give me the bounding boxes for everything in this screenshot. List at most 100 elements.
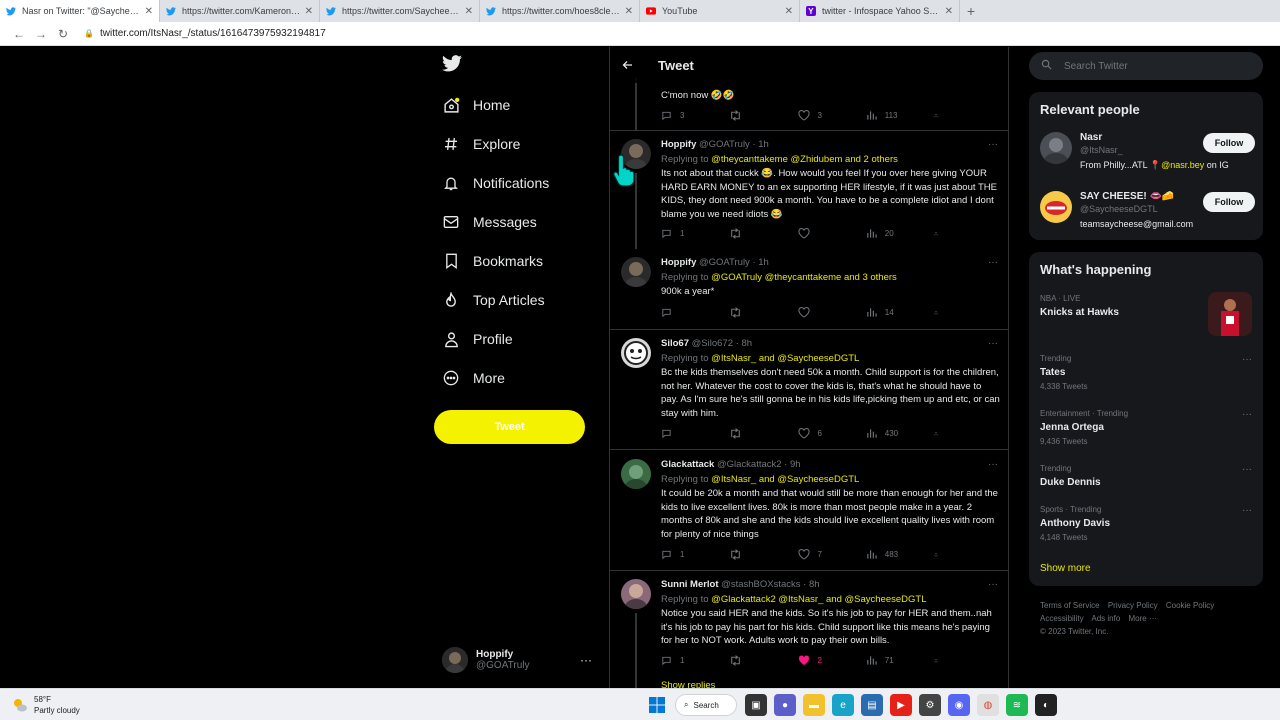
close-icon[interactable]: ✕ <box>945 6 953 17</box>
nav-top-articles[interactable]: Top Articles <box>442 289 545 311</box>
retweet-button[interactable] <box>729 110 779 121</box>
avatar[interactable] <box>621 579 651 609</box>
weather-widget[interactable]: 58°F Partly cloudy <box>12 694 80 716</box>
tweet-time[interactable]: 8h <box>741 338 752 349</box>
footer-link[interactable]: More ··· <box>1129 614 1157 623</box>
avatar[interactable] <box>1040 191 1072 223</box>
reply-button[interactable]: 1 <box>661 228 711 239</box>
like-button[interactable] <box>797 228 848 239</box>
footer-link[interactable]: Terms of Service <box>1040 601 1100 610</box>
teams-chat-icon[interactable]: ● <box>774 694 796 716</box>
file-explorer-icon[interactable]: ▬ <box>803 694 825 716</box>
views-button[interactable]: 430 <box>866 428 916 439</box>
share-button[interactable] <box>934 655 946 666</box>
replying-to-handles[interactable]: @Glackattack2 @ItsNasr_ and @SaycheeseDG… <box>711 594 926 605</box>
trend-item[interactable]: Trending Duke Dennis ··· <box>1040 464 1252 488</box>
tweet[interactable]: C'mon now 🤣🤣 3 3 113 <box>610 77 1008 131</box>
tweet-time[interactable]: 1h <box>758 257 769 268</box>
trend-item[interactable]: Sports · Trending Anthony Davis 4,148 Tw… <box>1040 505 1252 542</box>
url-field[interactable]: 🔒 twitter.com/ItsNasr_/status/1616473975… <box>84 28 326 39</box>
avatar[interactable] <box>621 338 651 368</box>
task-view-icon[interactable]: ▣ <box>745 694 767 716</box>
author-name[interactable]: Hoppify <box>661 257 696 268</box>
tweet-button[interactable]: Tweet <box>434 410 585 444</box>
show-more-link[interactable]: Show more <box>1040 563 1091 574</box>
like-button[interactable]: 7 <box>797 549 848 560</box>
person-nasr[interactable]: Nasr @ItsNasr_ From Philly...ATL 📍@nasr.… <box>1040 132 1255 172</box>
reply-button[interactable]: 1 <box>661 549 711 560</box>
twitter-logo-icon[interactable] <box>442 55 462 75</box>
share-button[interactable] <box>934 110 946 121</box>
show-replies-link[interactable]: Show replies <box>661 680 715 688</box>
tweet[interactable]: ··· Hoppify @GOATruly · 1h Replying to @… <box>610 249 1008 330</box>
reply-button[interactable] <box>661 307 711 318</box>
store-icon[interactable]: ▤ <box>861 694 883 716</box>
replying-to-handles[interactable]: @ItsNasr_ and @SaycheeseDGTL <box>711 474 859 485</box>
author-name[interactable]: Glackattack <box>661 459 714 470</box>
tab-yahoo[interactable]: Y twitter - Infospace Yahoo Search ✕ <box>800 0 960 22</box>
nav-more[interactable]: More <box>442 367 505 389</box>
nav-home[interactable]: Home <box>442 94 510 116</box>
share-button[interactable] <box>934 428 946 439</box>
chrome-icon[interactable]: ◍ <box>977 694 999 716</box>
close-icon[interactable]: ✕ <box>465 6 473 17</box>
like-button[interactable]: 2 <box>798 655 848 666</box>
search-input[interactable]: Search Twitter <box>1029 52 1263 80</box>
taskbar-search[interactable]: ⌕ Search <box>675 694 737 716</box>
nav-profile[interactable]: Profile <box>442 328 513 350</box>
retweet-button[interactable] <box>729 228 779 239</box>
retweet-button[interactable] <box>729 655 779 666</box>
new-tab-button[interactable]: + <box>960 0 982 22</box>
nav-explore[interactable]: Explore <box>442 133 520 155</box>
discord-icon[interactable]: ◉ <box>948 694 970 716</box>
retweet-button[interactable] <box>729 428 779 439</box>
more-icon[interactable]: ··· <box>1242 464 1252 475</box>
avatar[interactable] <box>621 257 651 287</box>
tweet-time[interactable]: 1h <box>758 139 769 150</box>
spotify-icon[interactable]: ≋ <box>1006 694 1028 716</box>
reload-icon[interactable]: ↻ <box>52 27 74 41</box>
tab-nasr[interactable]: Nasr on Twitter: "@SaycheeseDGTL ✕ <box>0 0 160 22</box>
back-arrow-icon[interactable] <box>622 58 636 72</box>
footer-link[interactable]: Ads info <box>1091 614 1120 623</box>
author-name[interactable]: Hoppify <box>661 139 696 150</box>
nav-bookmarks[interactable]: Bookmarks <box>442 250 543 272</box>
steam-icon[interactable]: ◐ <box>1035 694 1057 716</box>
tab-kameron[interactable]: https://twitter.com/KameronBen ✕ <box>160 0 320 22</box>
footer-link[interactable]: Privacy Policy <box>1108 601 1158 610</box>
views-button[interactable]: 20 <box>866 228 916 239</box>
share-button[interactable] <box>934 228 946 239</box>
footer-link[interactable]: Accessibility <box>1040 614 1084 623</box>
replying-to-handles[interactable]: @theycanttakeme @Zhidubem and 2 others <box>711 154 898 165</box>
avatar[interactable] <box>621 459 651 489</box>
close-icon[interactable]: ✕ <box>625 6 633 17</box>
close-icon[interactable]: ✕ <box>145 6 153 17</box>
tweet[interactable]: ··· Hoppify @GOATruly · 1h Replying to @… <box>610 131 1008 249</box>
close-icon[interactable]: ✕ <box>785 6 793 17</box>
follow-button[interactable]: Follow <box>1203 192 1255 212</box>
forward-arrow-icon[interactable]: → <box>30 27 52 41</box>
close-icon[interactable]: ✕ <box>305 6 313 17</box>
tweet-time[interactable]: 8h <box>809 579 820 590</box>
more-icon[interactable]: ··· <box>580 653 592 667</box>
tab-youtube[interactable]: YouTube ✕ <box>640 0 800 22</box>
like-button[interactable] <box>797 307 848 318</box>
share-button[interactable] <box>934 307 946 318</box>
views-button[interactable]: 113 <box>866 110 916 121</box>
follow-button[interactable]: Follow <box>1203 133 1255 153</box>
retweet-button[interactable] <box>729 307 779 318</box>
reply-button[interactable] <box>661 428 711 439</box>
like-button[interactable]: 6 <box>797 428 848 439</box>
settings-gear-icon[interactable]: ⚙ <box>919 694 941 716</box>
views-button[interactable]: 14 <box>866 307 916 318</box>
back-arrow-icon[interactable]: ← <box>8 27 30 41</box>
person-saycheese[interactable]: SAY CHEESE! 👄🧀 @SaycheeseDGTL teamsayche… <box>1040 191 1255 231</box>
bio-link[interactable]: @nasr.bey <box>1161 160 1204 170</box>
replying-to-handles[interactable]: @ItsNasr_ and @SaycheeseDGTL <box>711 353 859 364</box>
windows-start-icon[interactable] <box>646 694 668 716</box>
tweet-time[interactable]: 9h <box>790 459 801 470</box>
reply-button[interactable]: 1 <box>661 655 711 666</box>
author-name[interactable]: Sunni Merlot <box>661 579 719 590</box>
avatar[interactable] <box>1040 132 1072 164</box>
trend-item[interactable]: Trending Tates 4,338 Tweets ··· <box>1040 354 1252 391</box>
